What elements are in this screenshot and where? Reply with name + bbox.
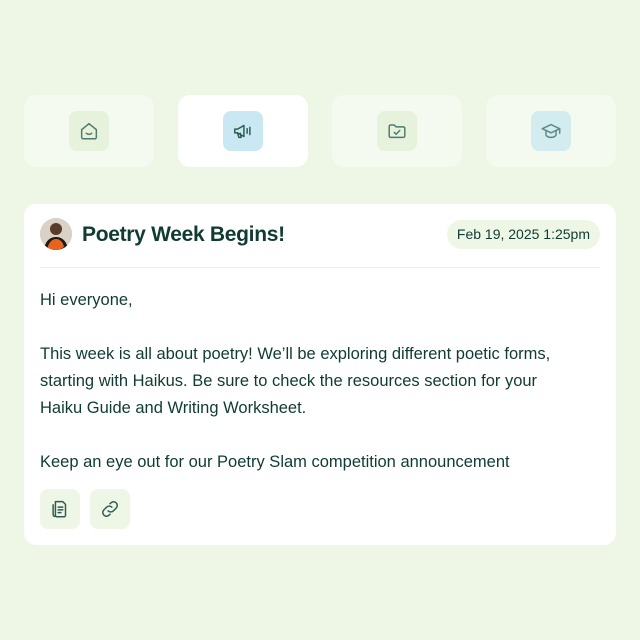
tab-icon-container bbox=[223, 111, 263, 151]
link-attachment-button[interactable] bbox=[90, 489, 130, 529]
body-line: This week is all about poetry! We’ll be … bbox=[40, 345, 551, 363]
tab-icon-container bbox=[69, 111, 109, 151]
tab-icon-container bbox=[531, 111, 571, 151]
tab-icon-container bbox=[377, 111, 417, 151]
post-body: Hi everyone, This week is all about poet… bbox=[40, 287, 610, 476]
body-line: Haiku Guide and Writing Worksheet. bbox=[40, 399, 307, 417]
document-icon bbox=[52, 500, 67, 518]
megaphone-icon bbox=[234, 124, 251, 139]
document-attachment-button[interactable] bbox=[40, 489, 80, 529]
announcement-card: Poetry Week Begins! Feb 19, 2025 1:25pm … bbox=[24, 204, 616, 545]
header-divider bbox=[40, 267, 600, 268]
body-line: starting with Haikus. Be sure to check t… bbox=[40, 372, 538, 390]
folder-check-icon bbox=[388, 124, 406, 139]
graduation-cap-icon bbox=[541, 123, 561, 139]
tab-learning[interactable] bbox=[486, 95, 616, 167]
avatar-illustration bbox=[40, 218, 72, 250]
tab-home[interactable] bbox=[24, 95, 154, 167]
body-line: Keep an eye out for our Poetry Slam comp… bbox=[40, 453, 510, 471]
tab-files[interactable] bbox=[332, 95, 462, 167]
avatar bbox=[40, 218, 72, 250]
category-tabs bbox=[24, 95, 616, 167]
home-smile-icon bbox=[80, 122, 98, 140]
greeting-line: Hi everyone, bbox=[40, 291, 133, 309]
post-title: Poetry Week Begins! bbox=[82, 223, 285, 246]
link-icon bbox=[102, 501, 118, 517]
post-date-badge: Feb 19, 2025 1:25pm bbox=[446, 220, 600, 249]
card-header: Poetry Week Begins! Feb 19, 2025 1:25pm bbox=[40, 218, 600, 258]
tab-announcements[interactable] bbox=[178, 95, 308, 167]
